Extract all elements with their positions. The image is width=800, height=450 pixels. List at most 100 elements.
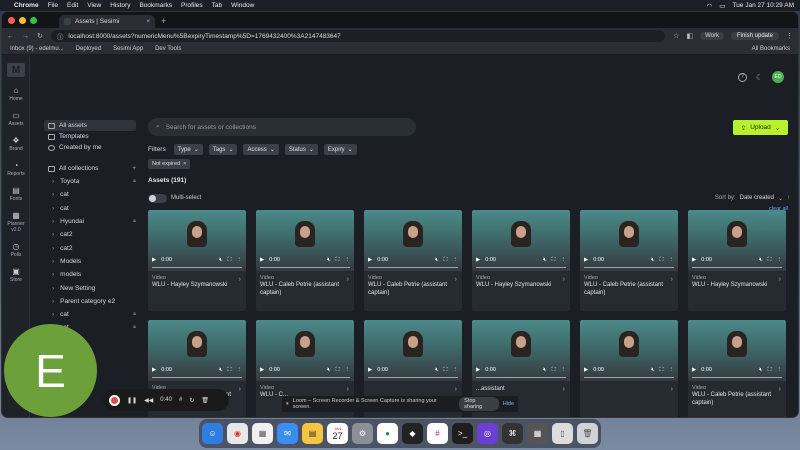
chevron-down-icon[interactable]: ⌄	[778, 195, 783, 202]
progress-bar[interactable]	[476, 267, 566, 268]
rail-fonts[interactable]: ▤ Fonts	[2, 186, 30, 202]
asset-card[interactable]: ▶ 0:00 🔇︎ ⛶ ⋮ VideoWLU - Caleb Petrie (assist…	[364, 210, 462, 311]
fullscreen-icon[interactable]: ⛶	[660, 367, 664, 374]
volume-icon[interactable]: 🔇︎	[543, 367, 546, 374]
video-menu-icon[interactable]: ⋮	[561, 367, 567, 373]
fullscreen-icon[interactable]: ⛶	[660, 257, 664, 264]
video-thumbnail[interactable]: ▶ 0:00 🔇︎ ⛶ ⋮	[688, 210, 786, 271]
close-window-button[interactable]	[8, 16, 15, 24]
fullscreen-icon[interactable]: ⛶	[552, 367, 556, 374]
chevron-right-icon[interactable]: ›	[52, 178, 54, 185]
volume-icon[interactable]: 🔇︎	[327, 257, 330, 264]
video-menu-icon[interactable]: ⋮	[669, 257, 675, 263]
finish-update-button[interactable]: Finish update	[730, 32, 779, 40]
fullscreen-icon[interactable]: ⛶	[228, 257, 232, 264]
collection-item[interactable]: › cat	[44, 202, 136, 215]
chevron-right-icon[interactable]: ›	[455, 276, 457, 283]
chevron-right-icon[interactable]: ›	[52, 258, 54, 265]
play-icon[interactable]: ▶	[584, 367, 588, 373]
chevron-down-icon[interactable]: ⌄	[775, 124, 780, 132]
collection-item[interactable]: › New Setting	[44, 281, 136, 294]
menu-app-name[interactable]: Chrome	[14, 2, 39, 9]
filter-status[interactable]: Status ⌄	[284, 144, 318, 155]
rewind-icon[interactable]: ◀◀	[144, 397, 153, 404]
stop-recording-button[interactable]	[109, 394, 120, 406]
rail-store[interactable]: ▣ Store	[2, 267, 30, 283]
fullscreen-icon[interactable]: ⛶	[444, 257, 448, 264]
asset-card[interactable]: ▶ 0:00 🔇︎ ⛶ ⋮ VideoWLU - Caleb Petrie (assist…	[256, 210, 354, 311]
progress-bar[interactable]	[584, 267, 674, 268]
bookmark-sesimi-app[interactable]: Sesimi App	[113, 46, 143, 52]
video-thumbnail[interactable]: ▶ 0:00 🔇︎ ⛶ ⋮	[148, 320, 246, 381]
video-thumbnail[interactable]: ▶ 0:00 🔇︎ ⛶ ⋮	[364, 210, 462, 271]
calendar-icon[interactable]: JAN 27	[327, 423, 348, 444]
volume-icon[interactable]: 🔇︎	[435, 257, 438, 264]
stop-sharing-button[interactable]: Stop sharing	[459, 397, 499, 411]
video-menu-icon[interactable]: ⋮	[237, 257, 243, 263]
rail-reports[interactable]: ◔ Reports	[2, 161, 30, 177]
battery-icon[interactable]: ▭	[719, 2, 725, 10]
nav-created-by-me[interactable]: Created by me	[44, 142, 136, 153]
filter-expiry[interactable]: Expiry ⌄	[323, 144, 357, 155]
active-filter-chip[interactable]: Not expired ×	[148, 159, 191, 169]
volume-icon[interactable]: 🔇︎	[543, 257, 546, 264]
new-tab-button[interactable]: +	[161, 15, 166, 28]
chevron-right-icon[interactable]: ›	[347, 276, 349, 283]
asset-card[interactable]: ▶ 0:00 🔇︎ ⛶ ⋮ Video WLU - Hayley Szymanowski ›	[472, 210, 570, 311]
collection-item[interactable]: › Models	[44, 255, 136, 268]
asset-card[interactable]: ▶ 0:00 🔇︎ ⛶ ⋮ VideoWLU - Caleb Petrie (assist…	[688, 320, 786, 417]
volume-icon[interactable]: 🔇︎	[759, 257, 762, 264]
sort-control[interactable]: Sort by: Date created ⌄ ↑	[715, 195, 790, 202]
wifi-icon[interactable]: ◠	[707, 2, 713, 10]
add-collection-icon[interactable]: +	[132, 165, 136, 172]
rail-home[interactable]: ⌂ Home	[2, 86, 30, 102]
chevron-right-icon[interactable]: ›	[52, 245, 54, 252]
fullscreen-icon[interactable]: ⛶	[228, 367, 232, 374]
restart-icon[interactable]: ↻	[189, 397, 194, 404]
notes-icon[interactable]: ▤	[302, 423, 323, 444]
sort-value[interactable]: Date created	[740, 195, 774, 201]
video-thumbnail[interactable]: ▶ 0:00 🔇︎ ⛶ ⋮	[580, 320, 678, 381]
remove-chip-icon[interactable]: ×	[183, 161, 186, 167]
video-menu-icon[interactable]: ⋮	[777, 257, 783, 263]
play-icon[interactable]: ▶	[152, 367, 156, 373]
chevron-right-icon[interactable]: ›	[347, 386, 349, 393]
trash-icon[interactable]: 🗑︎	[201, 397, 209, 404]
menu-file[interactable]: File	[48, 2, 58, 9]
video-thumbnail[interactable]: ▶ 0:00 🔇︎ ⛶ ⋮	[580, 210, 678, 271]
terminal-icon[interactable]: >_	[452, 423, 473, 444]
asset-card[interactable]: ▶ 0:00 🔇︎ ⛶ ⋮ Video WLU - Hayley Szymanowski ›	[148, 210, 246, 311]
profile-button[interactable]: Work	[700, 32, 724, 40]
video-menu-icon[interactable]: ⋮	[669, 367, 675, 373]
bookmark-star-icon[interactable]: ☆	[673, 32, 679, 40]
play-icon[interactable]: ▶	[260, 367, 264, 373]
progress-bar[interactable]	[476, 377, 566, 378]
slack-icon[interactable]: #	[427, 423, 448, 444]
chevron-right-icon[interactable]: ›	[779, 386, 781, 393]
chevron-right-icon[interactable]: ›	[52, 271, 54, 278]
menu-window[interactable]: Window	[231, 2, 254, 9]
chevron-right-icon[interactable]: ›	[52, 311, 54, 318]
chevron-right-icon[interactable]: ›	[563, 386, 565, 393]
chevron-right-icon[interactable]: ›	[671, 276, 673, 283]
progress-bar[interactable]	[368, 267, 458, 268]
collection-item[interactable]: › cat2	[44, 241, 136, 254]
more-menu-icon[interactable]: ⋮	[786, 32, 793, 40]
collection-item[interactable]: › Hyundai 🔒︎	[44, 215, 136, 228]
documents-icon[interactable]: ▯	[552, 423, 573, 444]
progress-bar[interactable]	[584, 377, 674, 378]
system-settings-icon[interactable]: ⚙	[352, 423, 373, 444]
video-menu-icon[interactable]: ⋮	[777, 367, 783, 373]
volume-icon[interactable]: 🔇︎	[759, 367, 762, 374]
video-thumbnail[interactable]: ▶ 0:00 🔇︎ ⛶ ⋮	[472, 210, 570, 271]
chevron-right-icon[interactable]: ›	[455, 386, 457, 393]
volume-icon[interactable]: 🔇︎	[435, 367, 438, 374]
rail-assets[interactable]: ▭ Assets	[2, 111, 30, 127]
all-bookmarks[interactable]: All Bookmarks	[752, 46, 790, 52]
chrome-icon[interactable]: ◉	[227, 423, 248, 444]
rail-polls[interactable]: ◷ Polls	[2, 242, 30, 258]
collection-item[interactable]: › cat2	[44, 228, 136, 241]
cursor-icon[interactable]: ◆	[402, 423, 423, 444]
fullscreen-icon[interactable]: ⛶	[336, 257, 340, 264]
fullscreen-icon[interactable]: ⛶	[552, 257, 556, 264]
